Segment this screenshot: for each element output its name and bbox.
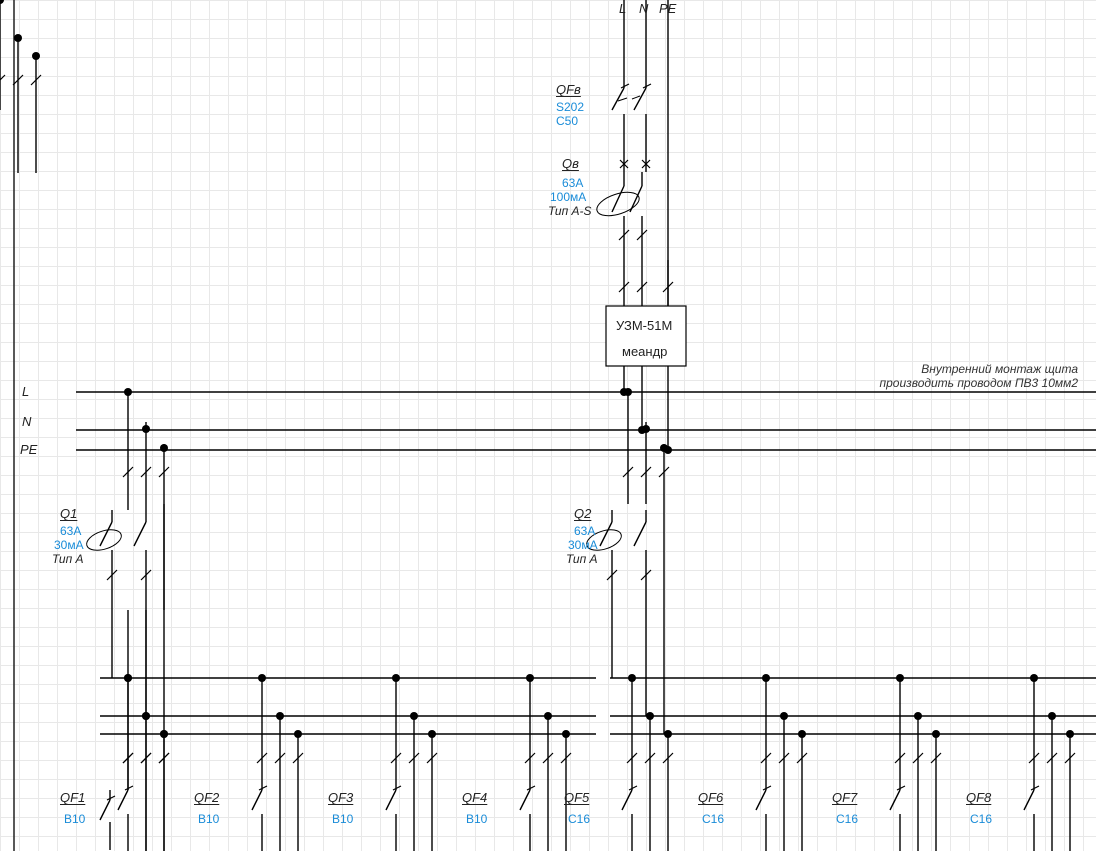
qf4-name: QF4 — [462, 790, 487, 805]
qf-columns — [0, 0, 1096, 851]
qv-type: Тип A-S — [548, 204, 592, 218]
qv-leakage: 100мА — [550, 190, 586, 204]
q2-type: Тип A — [566, 552, 598, 566]
q1-rating: 63A — [60, 524, 81, 538]
qf8-rating: C16 — [970, 812, 992, 826]
note-line1: Внутренний монтаж щита — [738, 362, 1078, 376]
incoming-pe: PE — [659, 1, 676, 16]
q2-name: Q2 — [574, 506, 591, 521]
q2-leakage: 30мА — [568, 538, 598, 552]
q1-type: Тип A — [52, 552, 84, 566]
qf3-rating: B10 — [332, 812, 353, 826]
qf1-rating: B10 — [64, 812, 85, 826]
qf5-name: QF5 — [564, 790, 589, 805]
note-line2: производить проводом ПВ3 10мм2 — [738, 376, 1078, 390]
qfv-rating: C50 — [556, 114, 578, 128]
incoming-n: N — [639, 1, 648, 16]
qv-name: Qв — [562, 156, 579, 171]
qf8-name: QF8 — [966, 790, 991, 805]
qf6-rating: C16 — [702, 812, 724, 826]
qf5-rating: C16 — [568, 812, 590, 826]
uzm-line2: меандр — [622, 344, 667, 359]
qfv-name: QFв — [556, 82, 581, 97]
qf7-rating: C16 — [836, 812, 858, 826]
qf4-rating: B10 — [466, 812, 487, 826]
qf3-name: QF3 — [328, 790, 353, 805]
q1-leakage: 30мА — [54, 538, 84, 552]
q2-rating: 63A — [574, 524, 595, 538]
qv-rating: 63A — [562, 176, 583, 190]
qf1-name: QF1 — [60, 790, 85, 805]
bus-l: L — [22, 384, 29, 399]
qf7-name: QF7 — [832, 790, 857, 805]
qf6-name: QF6 — [698, 790, 723, 805]
bus-pe: PE — [20, 442, 37, 457]
uzm-line1: УЗМ-51М — [616, 318, 672, 333]
incoming-l: L — [619, 1, 626, 16]
q1-name: Q1 — [60, 506, 77, 521]
qf2-rating: B10 — [198, 812, 219, 826]
bus-n: N — [22, 414, 31, 429]
qfv-model: S202 — [556, 100, 584, 114]
qf2-name: QF2 — [194, 790, 219, 805]
